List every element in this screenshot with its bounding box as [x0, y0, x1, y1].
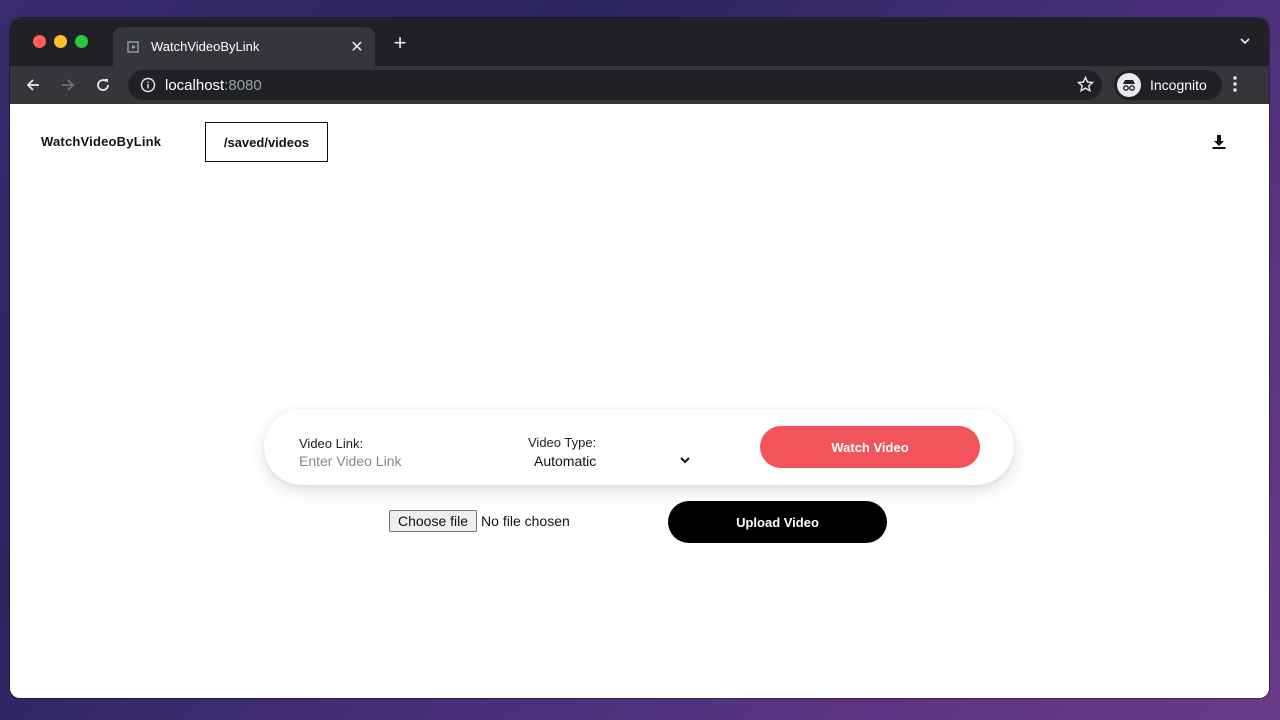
close-window-button[interactable]: [33, 35, 46, 48]
browser-menu-icon[interactable]: [1232, 74, 1238, 99]
file-picker: Choose file No file chosen: [389, 510, 570, 532]
brand-link[interactable]: WatchVideoByLink: [41, 134, 161, 149]
maximize-window-button[interactable]: [75, 35, 88, 48]
site-info-icon[interactable]: [140, 77, 156, 93]
watch-video-button[interactable]: Watch Video: [760, 426, 980, 468]
video-type-select[interactable]: Automatic: [531, 449, 691, 473]
upload-video-button[interactable]: Upload Video: [668, 501, 887, 543]
browser-window: WatchVideoByLink ✕ + localhost :8080 Inc…: [10, 18, 1269, 698]
video-link-label: Video Link:: [299, 436, 364, 451]
tab-strip: WatchVideoByLink ✕ +: [10, 18, 1269, 66]
minimize-window-button[interactable]: [54, 35, 67, 48]
incognito-icon: [1117, 73, 1141, 97]
choose-file-button[interactable]: Choose file: [389, 510, 478, 532]
url-host: localhost: [165, 76, 225, 94]
watch-form: Video Link: Video Type: Automatic Watch …: [264, 409, 1014, 485]
video-type-label: Video Type:: [528, 435, 597, 450]
video-link-input[interactable]: [299, 453, 499, 469]
profile-label: Incognito: [1150, 77, 1207, 93]
saved-videos-link[interactable]: /saved/videos: [205, 122, 328, 162]
browser-toolbar: localhost :8080 Incognito: [10, 66, 1269, 104]
video-file-icon: [126, 39, 142, 55]
chevron-down-icon: [679, 453, 691, 469]
page-content: WatchVideoByLink /saved/videos Video Lin…: [10, 104, 1269, 698]
window-controls: [33, 35, 88, 48]
url-port: :8080: [224, 76, 262, 94]
bookmark-star-icon[interactable]: [1076, 75, 1095, 98]
tab-title: WatchVideoByLink: [151, 39, 260, 54]
tab-search-icon[interactable]: [1239, 34, 1251, 52]
address-bar[interactable]: localhost :8080: [128, 70, 1102, 100]
video-type-value: Automatic: [534, 453, 597, 469]
back-icon[interactable]: [18, 70, 48, 100]
incognito-profile-button[interactable]: Incognito: [1114, 70, 1222, 100]
new-tab-icon[interactable]: +: [388, 32, 412, 54]
reload-icon[interactable]: [88, 70, 118, 100]
forward-icon[interactable]: [53, 70, 83, 100]
tab-active[interactable]: WatchVideoByLink ✕: [113, 27, 375, 66]
download-icon[interactable]: [1211, 134, 1227, 155]
close-tab-icon[interactable]: ✕: [348, 37, 366, 57]
file-status: No file chosen: [481, 513, 570, 529]
